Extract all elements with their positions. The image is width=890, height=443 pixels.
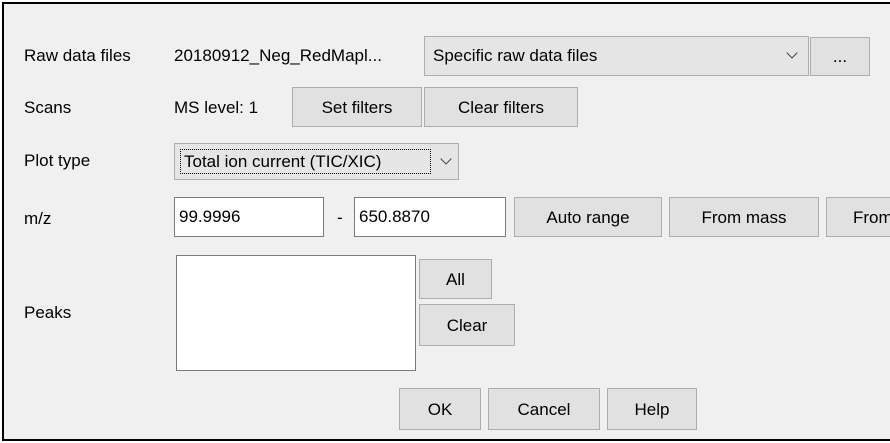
chevron-down-icon [786,47,798,59]
browse-button[interactable]: ... [810,37,870,76]
help-button[interactable]: Help [607,388,697,430]
dialog-panel: Raw data files 20180912_Neg_RedMapl... S… [2,2,890,441]
peaks-clear-button[interactable]: Clear [419,304,515,346]
plot-type-selected-text: Total ion current (TIC/XIC) [180,149,431,174]
raw-data-files-value: 20180912_Neg_RedMapl... [174,46,382,65]
clear-filters-button[interactable]: Clear filters [424,87,578,127]
mz-label: m/z [24,209,52,228]
raw-data-files-label: Raw data files [24,46,131,65]
scans-label: Scans [24,98,72,117]
set-filters-button[interactable]: Set filters [292,87,422,127]
from-formula-button[interactable]: From [826,197,890,237]
mz-range-separator: - [337,208,343,227]
raw-data-files-selector-text: Specific raw data files [433,46,598,65]
chevron-down-icon [440,153,452,165]
plot-type-label: Plot type [24,151,91,170]
peaks-label: Peaks [24,303,72,322]
auto-range-button[interactable]: Auto range [514,197,662,237]
ok-button[interactable]: OK [399,388,481,430]
mz-min-input[interactable]: 99.9996 [174,197,324,237]
peaks-all-button[interactable]: All [419,259,492,299]
raw-data-files-selector[interactable]: Specific raw data files [424,36,809,76]
from-mass-button[interactable]: From mass [669,197,819,237]
peaks-list[interactable] [176,255,416,371]
plot-type-select[interactable]: Total ion current (TIC/XIC) [174,143,459,180]
scans-value: MS level: 1 [174,98,259,117]
cancel-button[interactable]: Cancel [488,388,600,430]
mz-max-input[interactable]: 650.8870 [354,197,506,237]
